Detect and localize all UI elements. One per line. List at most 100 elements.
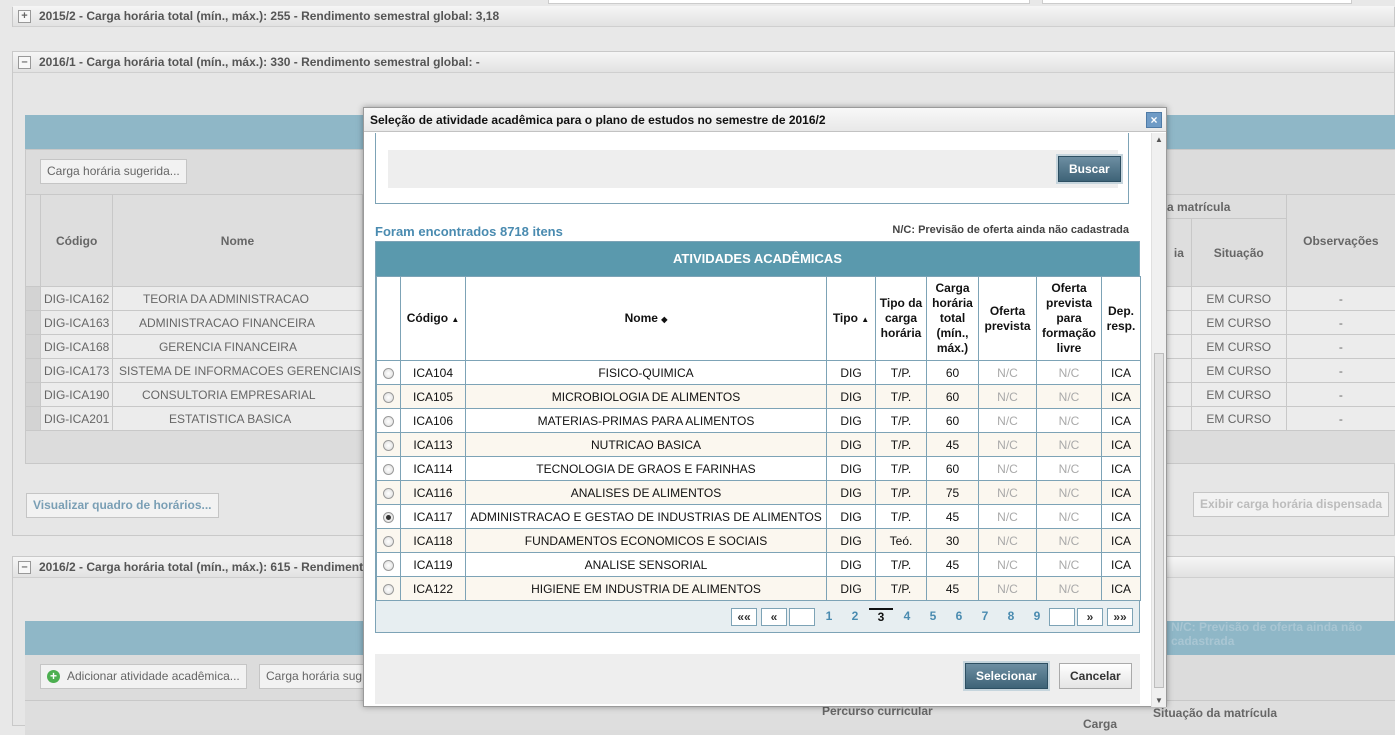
page-link[interactable]: 2 [843,608,867,626]
activities-table-body: ICA104FISICO-QUIMICADIGT/P.60N/CN/CICAIC… [377,361,1141,601]
first-page-button[interactable]: «« [731,608,757,626]
semester-header[interactable]: + 2015/2 - Carga horária total (mín., má… [13,6,1394,27]
collapse-icon[interactable]: – [18,56,31,69]
row-radio[interactable] [383,392,394,403]
cell-carga: 60 [927,409,979,433]
cell-tipo: DIG [827,457,876,481]
cell-carga: 45 [927,433,979,457]
table-row[interactable]: DIG-ICA162TEORIA DA ADMINISTRACAO [26,287,363,311]
table-row[interactable]: ICA117ADMINISTRACAO E GESTAO DE INDUSTRI… [377,505,1141,529]
cell-dep: ICA [1102,409,1141,433]
total-hours-column-header: Carga horária total (mín., máx.) [927,277,979,361]
code-column-header[interactable]: Código ▲ [401,277,466,361]
cell-dep: ICA [1102,361,1141,385]
table-row[interactable]: ICA105MICROBIOLOGIA DE ALIMENTOSDIGT/P.6… [377,385,1141,409]
collapse-icon[interactable]: – [18,561,31,574]
top-field-left [548,0,1030,4]
row-select-cell [377,553,401,577]
table-row[interactable]: ICA113NUTRICAO BASICADIGT/P.45N/CN/CICA [377,433,1141,457]
table-row[interactable]: ICA114TECNOLOGIA DE GRAOS E FARINHASDIGT… [377,457,1141,481]
page-link[interactable]: 3 [869,608,893,626]
cell-codigo: ICA106 [401,409,466,433]
row-radio[interactable] [383,440,394,451]
select-column-header [26,195,41,287]
dialog-title: Seleção de atividade acadêmica para o pl… [364,108,1166,132]
dialog-scrollbar[interactable]: ▲ ▼ [1151,133,1166,707]
dialog-body: Buscar Foram encontrados 8718 itens N/C:… [364,133,1151,707]
page-link[interactable]: 8 [999,608,1023,626]
row-select-cell [377,529,401,553]
page-link[interactable]: 6 [947,608,971,626]
cell-oferta_livre: N/C [1037,385,1102,409]
cell-tipo_carga: T/P. [876,553,927,577]
row-radio[interactable] [383,560,394,571]
cell-nome: FUNDAMENTOS ECONOMICOS E SOCIAIS [466,529,827,553]
table-row[interactable]: ICA104FISICO-QUIMICADIGT/P.60N/CN/CICA [377,361,1141,385]
type-column-header[interactable]: Tipo ▲ [827,277,876,361]
suggested-hours-button-2[interactable]: Carga horária sug [259,664,369,689]
row-select-cell [377,481,401,505]
row-radio[interactable] [383,488,394,499]
dispensed-hours-button[interactable]: Exibir carga horária dispensada [1193,492,1389,517]
select-button[interactable]: Selecionar [965,663,1048,689]
add-icon: + [47,670,60,683]
scroll-down-icon[interactable]: ▼ [1155,696,1163,705]
view-schedule-button[interactable]: Visualizar quadro de horários... [26,493,219,518]
row-select-cell [377,577,401,601]
table-row[interactable]: ICA118FUNDAMENTOS ECONOMICOS E SOCIAISDI… [377,529,1141,553]
activity-selection-dialog: Seleção de atividade acadêmica para o pl… [363,107,1167,707]
add-activity-button[interactable]: + Adicionar atividade acadêmica... [40,664,247,689]
cell-nome: NUTRICAO BASICA [466,433,827,457]
nc-note-background: N/C: Previsão de oferta ainda não cadast… [1171,620,1394,648]
sort-asc-icon: ▲ [451,315,459,324]
hours-type-column-header: Tipo da carga horária [876,277,927,361]
page-link[interactable]: 4 [895,608,919,626]
table-row[interactable]: ICA122HIGIENE EM INDUSTRIA DE ALIMENTOSD… [377,577,1141,601]
table-row: EM CURSO- [1167,311,1395,335]
page-link[interactable]: 9 [1025,608,1049,626]
enrolled-table-right: a matrícula Observações ia Situação EM C… [1166,194,1395,431]
page-link[interactable]: 5 [921,608,945,626]
name-column-header: Nome [112,195,362,287]
table-row[interactable]: ICA119ANALISE SENSORIALDIGT/P.45N/CN/CIC… [377,553,1141,577]
next-page-button[interactable]: » [1077,608,1103,626]
cell-carga: 60 [927,361,979,385]
row-radio[interactable] [383,368,394,379]
table-row[interactable]: DIG-ICA190CONSULTORIA EMPRESARIAL [26,383,363,407]
page-link[interactable]: 1 [817,608,841,626]
table-row[interactable]: ICA106MATERIAS-PRIMAS PARA ALIMENTOSDIGT… [377,409,1141,433]
cell-oferta: N/C [979,385,1037,409]
close-icon[interactable]: × [1146,112,1162,128]
table-row[interactable]: DIG-ICA168GERENCIA FINANCEIRA [26,335,363,359]
semester-header[interactable]: – 2016/1 - Carga horária total (mín., má… [13,52,1394,73]
search-button[interactable]: Buscar [1058,156,1121,182]
table-row: EM CURSO- [1167,335,1395,359]
cell-tipo_carga: T/P. [876,457,927,481]
row-radio[interactable] [383,584,394,595]
name-column-header[interactable]: Nome ◆ [466,277,827,361]
row-radio[interactable] [383,536,394,547]
cell-oferta_livre: N/C [1037,433,1102,457]
suggested-hours-button[interactable]: Carga horária sugerida... [40,159,187,184]
last-page-button[interactable]: »» [1107,608,1133,626]
cell-oferta: N/C [979,361,1037,385]
page-link[interactable]: 7 [973,608,997,626]
cell-oferta: N/C [979,433,1037,457]
cell-carga: 60 [927,385,979,409]
cancel-button[interactable]: Cancelar [1059,663,1132,689]
page-spacer [1049,608,1075,626]
prev-page-button[interactable]: « [761,608,787,626]
scroll-thumb[interactable] [1154,353,1164,688]
row-radio[interactable] [383,512,394,523]
cell-dep: ICA [1102,385,1141,409]
row-radio[interactable] [383,416,394,427]
table-row[interactable]: DIG-ICA201ESTATISTICA BASICA [26,407,363,431]
table-row[interactable]: DIG-ICA173SISTEMA DE INFORMACOES GERENCI… [26,359,363,383]
cell-nome: ADMINISTRACAO E GESTAO DE INDUSTRIAS DE … [466,505,827,529]
expand-icon[interactable]: + [18,10,31,23]
row-radio[interactable] [383,464,394,475]
table-row[interactable]: DIG-ICA163ADMINISTRACAO FINANCEIRA [26,311,363,335]
table-row[interactable]: ICA116ANALISES DE ALIMENTOSDIGT/P.75N/CN… [377,481,1141,505]
page-spacer [789,608,815,626]
scroll-up-icon[interactable]: ▲ [1155,135,1163,144]
